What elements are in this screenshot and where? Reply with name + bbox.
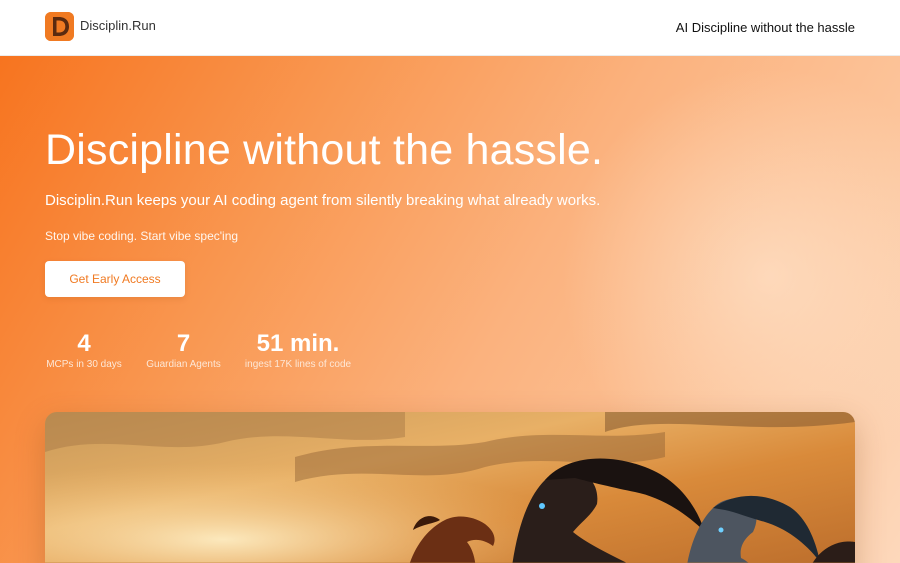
stat-value: 7 xyxy=(176,330,191,357)
brand-name[interactable]: Disciplin.Run xyxy=(80,18,156,33)
hero-motto: Stop vibe coding. Start vibe spec'ing xyxy=(45,229,239,243)
stat-label: ingest 17K lines of code xyxy=(244,359,352,370)
stat-label: MCPs in 30 days xyxy=(46,359,122,370)
nav-tagline: AI Discipline without the hassle xyxy=(675,20,855,35)
stat-value: 4 xyxy=(77,330,91,357)
get-early-access-button[interactable]: Get Early Access xyxy=(45,261,185,297)
stat-label: Guardian Agents xyxy=(146,359,221,370)
stat-guardian-agents: 7 Guardian Agents xyxy=(145,330,222,370)
hero-headline: Discipline without the hassle. xyxy=(45,126,604,174)
hero-section: Discipline without the hassle. Disciplin… xyxy=(0,56,900,563)
hero-horses-image xyxy=(45,412,855,563)
stat-mcps: 4 MCPs in 30 days xyxy=(45,330,123,370)
letter-d-logo-icon[interactable] xyxy=(45,12,74,41)
hero-subheadline: Disciplin.Run keeps your AI coding agent… xyxy=(45,192,601,209)
stat-ingest-time: 51 min. ingest 17K lines of code xyxy=(243,330,353,370)
horses-illustration xyxy=(45,412,855,563)
top-nav: Disciplin.Run AI Discipline without the … xyxy=(0,0,900,56)
stat-value: 51 min. xyxy=(256,330,340,357)
